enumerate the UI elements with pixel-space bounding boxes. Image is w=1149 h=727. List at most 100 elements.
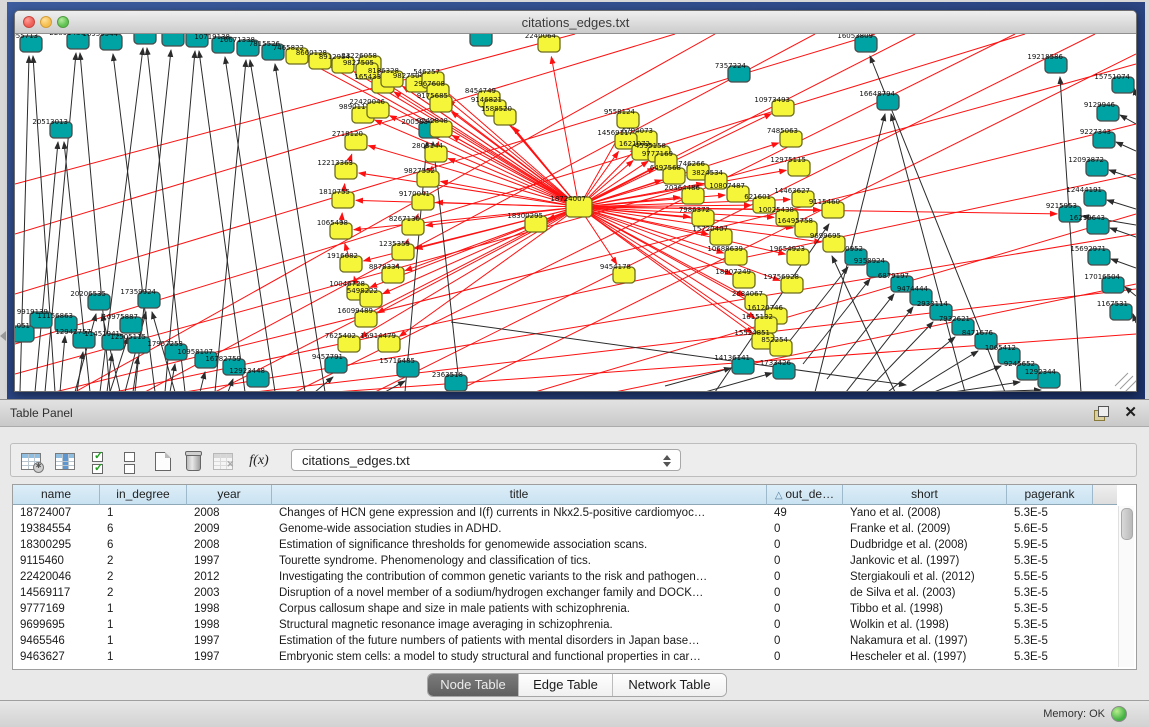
scrollbar-thumb[interactable] [1121, 508, 1133, 540]
table-row[interactable]: 1938455462009Genome-wide association stu… [13, 521, 1117, 537]
select-all-rows-icon[interactable] [87, 449, 111, 473]
tab-network-table[interactable]: Network Table [613, 674, 726, 696]
cell-pagerank[interactable]: 5.3E-5 [1007, 649, 1093, 665]
cell-year[interactable]: 1997 [187, 633, 272, 649]
column-visibility-icon[interactable] [53, 449, 77, 473]
cell-pagerank[interactable]: 5.3E-5 [1007, 553, 1093, 569]
cell-name[interactable]: 19384554 [13, 521, 100, 537]
cell-in_degree[interactable]: 1 [100, 601, 187, 617]
tab-node-table[interactable]: Node Table [428, 674, 519, 696]
cell-short[interactable]: Dudbridge et al. (2008) [843, 537, 1007, 553]
cell-short[interactable]: Jankovic et al. (1997) [843, 553, 1007, 569]
cell-out_de[interactable]: 0 [767, 633, 843, 649]
cell-title[interactable]: Genome-wide association studies in ADHD. [272, 521, 767, 537]
column-header-year[interactable]: year [187, 485, 272, 505]
graph-node[interactable] [470, 34, 492, 46]
cell-pagerank[interactable]: 5.6E-5 [1007, 521, 1093, 537]
table-row[interactable]: 946554611997Estimation of the future num… [13, 633, 1117, 649]
table-row[interactable]: 1872400712008Changes of HCN gene express… [13, 505, 1117, 521]
cell-year[interactable]: 1997 [187, 649, 272, 665]
tab-edge-table[interactable]: Edge Table [519, 674, 613, 696]
table-settings-icon[interactable]: ✱ [19, 449, 43, 473]
table-selector-dropdown[interactable]: citations_edges.txt [291, 449, 681, 471]
table-row[interactable]: 969969511998Structural magnetic resonanc… [13, 617, 1117, 633]
cell-year[interactable]: 2009 [187, 521, 272, 537]
memory-ok-indicator[interactable] [1111, 706, 1127, 722]
cell-pagerank[interactable]: 5.3E-5 [1007, 633, 1093, 649]
cell-year[interactable]: 1997 [187, 553, 272, 569]
cell-title[interactable]: Disruption of a novel member of a sodium… [272, 585, 767, 601]
cell-in_degree[interactable]: 1 [100, 633, 187, 649]
cell-short[interactable]: Nakamura et al. (1997) [843, 633, 1007, 649]
cell-pagerank[interactable]: 5.3E-5 [1007, 585, 1093, 601]
collapse-panel-arrow-icon[interactable] [0, 331, 6, 341]
cell-name[interactable]: 9777169 [13, 601, 100, 617]
cell-in_degree[interactable]: 6 [100, 521, 187, 537]
cell-name[interactable]: 22420046 [13, 569, 100, 585]
delete-columns-icon[interactable] [181, 449, 205, 473]
vertical-scrollbar[interactable] [1118, 506, 1134, 667]
cell-in_degree[interactable]: 6 [100, 537, 187, 553]
cell-short[interactable]: Franke et al. (2009) [843, 521, 1007, 537]
cell-out_de[interactable]: 0 [767, 649, 843, 665]
cell-out_de[interactable]: 0 [767, 521, 843, 537]
cell-year[interactable]: 2008 [187, 505, 272, 521]
cell-short[interactable]: Yano et al. (2008) [843, 505, 1007, 521]
cell-name[interactable]: 18724007 [13, 505, 100, 521]
function-builder-icon[interactable]: f(x) [247, 449, 271, 473]
cell-out_de[interactable]: 0 [767, 585, 843, 601]
cell-out_de[interactable]: 0 [767, 601, 843, 617]
column-header-short[interactable]: short [843, 485, 1007, 505]
cell-in_degree[interactable]: 2 [100, 553, 187, 569]
cell-year[interactable]: 2008 [187, 537, 272, 553]
cell-title[interactable]: Embryonic stem cells: a model to study s… [272, 649, 767, 665]
cell-name[interactable]: 18300295 [13, 537, 100, 553]
cell-short[interactable]: de Silva et al. (2003) [843, 585, 1007, 601]
cell-out_de[interactable]: 0 [767, 553, 843, 569]
table-row[interactable]: 977716911998Corpus callosum shape and si… [13, 601, 1117, 617]
cell-out_de[interactable]: 49 [767, 505, 843, 521]
cell-title[interactable]: Tourette syndrome. Phenomenology and cla… [272, 553, 767, 569]
cell-name[interactable]: 14569117 [13, 585, 100, 601]
close-panel-icon[interactable]: ✕ [1124, 404, 1137, 422]
cell-pagerank[interactable]: 5.9E-5 [1007, 537, 1093, 553]
table-row[interactable]: 911546021997Tourette syndrome. Phenomeno… [13, 553, 1117, 569]
float-panel-icon[interactable] [1094, 406, 1109, 421]
column-header-title[interactable]: title [272, 485, 767, 505]
resize-grip-icon[interactable] [1120, 376, 1133, 389]
cell-title[interactable]: Estimation of significance thresholds fo… [272, 537, 767, 553]
column-header-out_de[interactable]: △ out_de… [767, 485, 843, 505]
cell-year[interactable]: 1998 [187, 601, 272, 617]
cell-out_de[interactable]: 0 [767, 569, 843, 585]
cell-year[interactable]: 1998 [187, 617, 272, 633]
cell-short[interactable]: Stergiakouli et al. (2012) [843, 569, 1007, 585]
table-row[interactable]: 1830029562008Estimation of significance … [13, 537, 1117, 553]
cell-pagerank[interactable]: 5.3E-5 [1007, 601, 1093, 617]
cell-title[interactable]: Corpus callosum shape and size in male p… [272, 601, 767, 617]
cell-out_de[interactable]: 0 [767, 617, 843, 633]
cell-name[interactable]: 9463627 [13, 649, 100, 665]
cell-out_de[interactable]: 0 [767, 537, 843, 553]
network-graph-canvas[interactable]: 1872400718300295140557132289143616959544… [15, 34, 1136, 391]
cell-title[interactable]: Estimation of the future numbers of pati… [272, 633, 767, 649]
cell-year[interactable]: 2012 [187, 569, 272, 585]
cell-in_degree[interactable]: 1 [100, 505, 187, 521]
cell-title[interactable]: Structural magnetic resonance image aver… [272, 617, 767, 633]
table-row[interactable]: 2242004622012Investigating the contribut… [13, 569, 1117, 585]
cell-in_degree[interactable]: 2 [100, 585, 187, 601]
cell-short[interactable]: Tibbo et al. (1998) [843, 601, 1007, 617]
graph-node[interactable] [162, 34, 184, 46]
cell-in_degree[interactable]: 2 [100, 569, 187, 585]
cell-name[interactable]: 9115460 [13, 553, 100, 569]
cell-pagerank[interactable]: 5.3E-5 [1007, 617, 1093, 633]
column-header-in_degree[interactable]: in_degree [100, 485, 187, 505]
cell-in_degree[interactable]: 1 [100, 617, 187, 633]
cell-short[interactable]: Hescheler et al. (1997) [843, 649, 1007, 665]
cell-year[interactable]: 2003 [187, 585, 272, 601]
cell-title[interactable]: Investigating the contribution of common… [272, 569, 767, 585]
cell-short[interactable]: Wolkin et al. (1998) [843, 617, 1007, 633]
resize-grip-icon[interactable] [1125, 379, 1136, 391]
cell-pagerank[interactable]: 5.3E-5 [1007, 505, 1093, 521]
table-row[interactable]: 946362711997Embryonic stem cells: a mode… [13, 649, 1117, 665]
new-table-icon[interactable] [151, 449, 175, 473]
